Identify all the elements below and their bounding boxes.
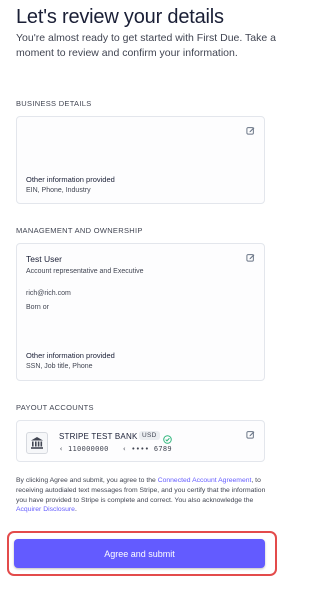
person-born: Born or <box>26 304 49 311</box>
currency-badge: USD <box>139 431 160 440</box>
page-subtitle: You're almost ready to get started with … <box>16 32 276 59</box>
agree-and-submit-button[interactable]: Agree and submit <box>14 539 265 568</box>
acquirer-disclosure-link[interactable]: Acquirer Disclosure <box>16 506 75 513</box>
page-title: Let's review your details <box>16 6 224 28</box>
person-name: Test User <box>26 254 62 264</box>
other-info-label: Other information provided <box>26 175 115 184</box>
business-details-label: BUSINESS DETAILS <box>16 99 92 108</box>
account-number: ‹ •••• 6789 <box>122 445 172 453</box>
other-info-label: Other information provided <box>26 351 115 360</box>
business-details-card: Other information provided EIN, Phone, I… <box>16 116 265 204</box>
payout-account-card: STRIPE TEST BANK USD ‹ 110000000 ‹ •••• … <box>16 420 265 462</box>
routing-number: ‹ 110000000 <box>59 445 109 453</box>
check-circle-icon <box>163 431 172 444</box>
payout-accounts-label: PAYOUT ACCOUNTS <box>16 403 94 412</box>
edit-icon[interactable] <box>246 430 255 439</box>
legal-disclaimer: By clicking Agree and submit, you agree … <box>16 476 278 515</box>
bank-icon <box>26 432 48 454</box>
other-info-value: SSN, Job title, Phone <box>26 363 93 370</box>
edit-icon[interactable] <box>246 253 255 262</box>
bank-name: STRIPE TEST BANK <box>59 432 138 441</box>
connected-account-agreement-link[interactable]: Connected Account Agreement <box>158 477 252 484</box>
person-role: Account representative and Executive <box>26 268 144 275</box>
other-info-value: EIN, Phone, Industry <box>26 187 91 194</box>
bank-account-numbers: ‹ 110000000 ‹ •••• 6789 <box>59 445 172 453</box>
legal-text: . <box>74 506 77 514</box>
management-card: Test User Account representative and Exe… <box>16 243 265 381</box>
review-page: Let's review your details You're almost … <box>0 0 296 598</box>
person-email: rich@rich.com <box>26 290 71 297</box>
legal-text: By clicking Agree and submit, you agree … <box>16 477 158 484</box>
management-ownership-label: MANAGEMENT AND OWNERSHIP <box>16 226 143 235</box>
edit-icon[interactable] <box>246 126 255 135</box>
